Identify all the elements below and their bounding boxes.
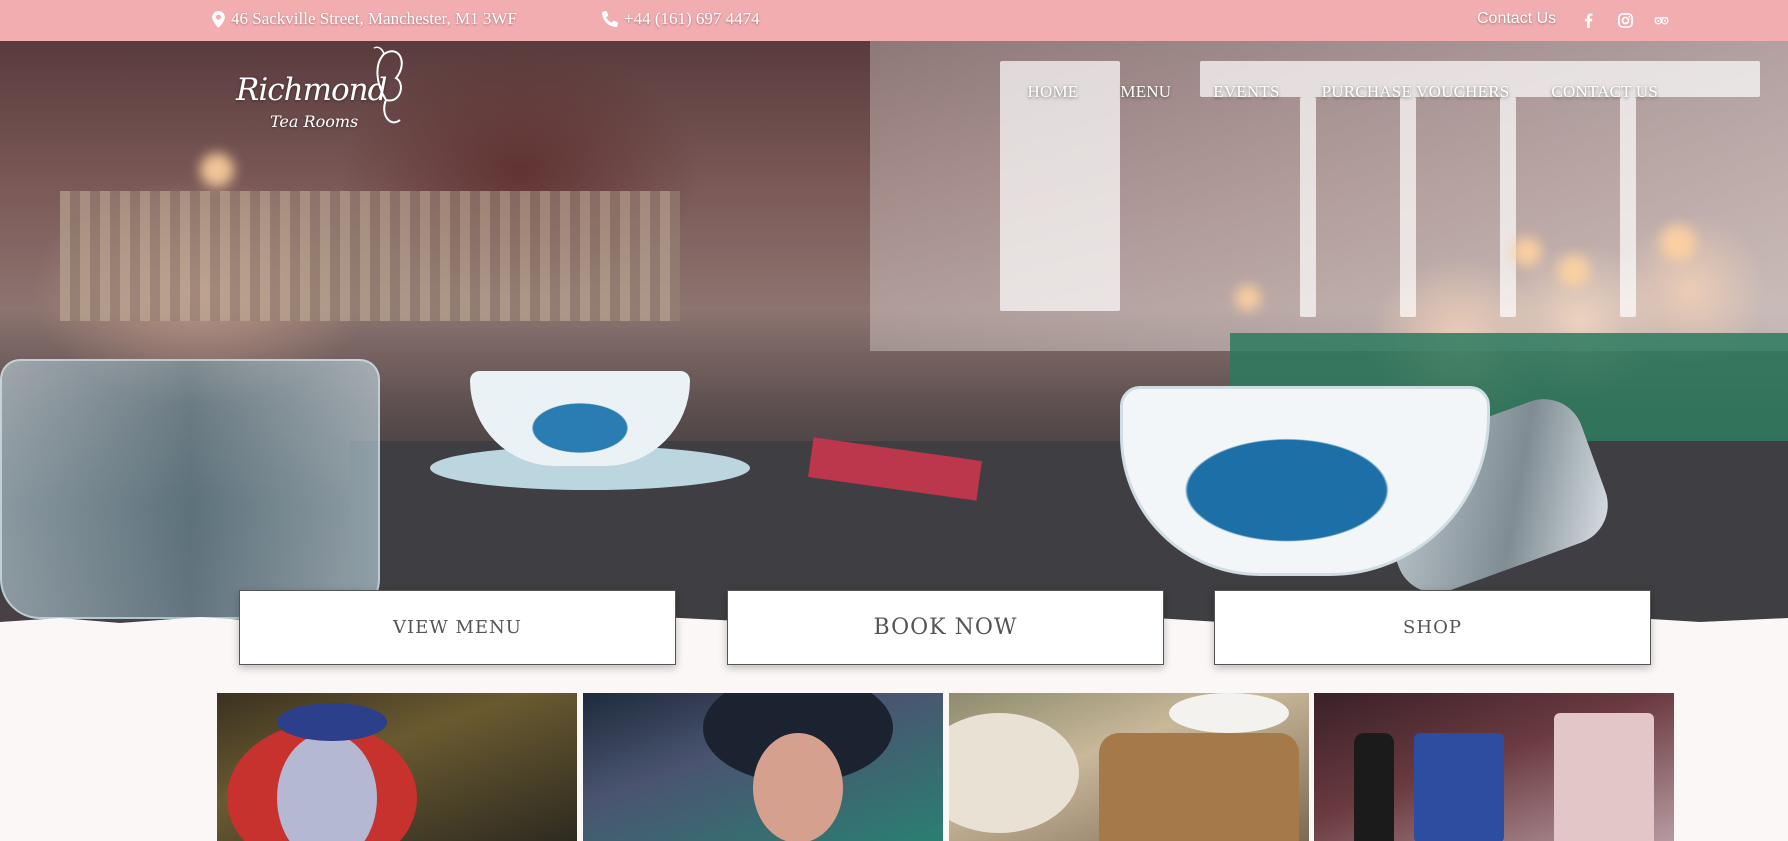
feature-tile-hamper[interactable] — [1314, 693, 1674, 841]
hero-window-frame — [1300, 97, 1316, 317]
hero-candle — [1512, 237, 1542, 267]
hero-basket — [60, 191, 680, 321]
instagram-icon[interactable] — [1615, 10, 1635, 30]
site-logo[interactable]: Richmond Tea Rooms — [230, 44, 410, 144]
tile-image-detail — [949, 713, 1079, 833]
hero-window-frame — [1400, 97, 1416, 317]
view-menu-button[interactable]: VIEW MENU — [239, 590, 676, 665]
main-navigation: HOME MENU EVENTS PURCHASE VOUCHERS CONTA… — [1028, 82, 1658, 102]
hero-glass — [0, 359, 380, 619]
tile-image-detail — [1354, 733, 1394, 841]
hero-candle — [200, 153, 234, 187]
phone-number: +44 (161) 697 4474 — [624, 9, 760, 28]
nav-purchase-vouchers[interactable]: PURCHASE VOUCHERS — [1322, 82, 1510, 102]
tile-image-detail — [1099, 733, 1299, 841]
hero-candle — [1558, 255, 1590, 287]
hero-window-frame — [1500, 97, 1516, 317]
nav-menu[interactable]: MENU — [1120, 82, 1171, 102]
feature-tile-picnic[interactable] — [949, 693, 1309, 841]
nav-events[interactable]: EVENTS — [1213, 82, 1279, 102]
feature-tile-drag-performer[interactable] — [217, 693, 577, 841]
hero-candle — [1235, 285, 1261, 311]
tile-image-detail — [1414, 733, 1504, 841]
address: 46 Sackville Street, Manchester, M1 3WF — [212, 9, 517, 29]
hero-candle — [1660, 225, 1696, 261]
tripadvisor-icon[interactable] — [1651, 10, 1671, 30]
tile-image-detail — [1554, 713, 1654, 841]
feature-tile-showgirl[interactable] — [583, 693, 943, 841]
butterfly-icon — [373, 46, 403, 124]
tile-image-detail — [753, 733, 843, 841]
nav-contact-us[interactable]: CONTACT US — [1551, 82, 1658, 102]
map-marker-icon — [212, 10, 225, 28]
tile-image-detail — [1169, 693, 1289, 733]
book-now-button[interactable]: BOOK NOW — [727, 590, 1164, 665]
top-info-bar: 46 Sackville Street, Manchester, M1 3WF … — [0, 0, 1788, 41]
shop-button[interactable]: SHOP — [1214, 590, 1651, 665]
phone-icon — [602, 11, 618, 27]
address-text: 46 Sackville Street, Manchester, M1 3WF — [231, 9, 517, 28]
hero-window-frame — [1620, 97, 1636, 317]
tile-image-detail — [277, 703, 387, 741]
nav-home[interactable]: HOME — [1028, 82, 1079, 102]
phone[interactable]: +44 (161) 697 4474 — [602, 9, 760, 29]
top-contact-link[interactable]: Contact Us — [1477, 10, 1556, 28]
logo-subtitle: Tea Rooms — [270, 112, 359, 131]
facebook-icon[interactable] — [1578, 10, 1598, 30]
